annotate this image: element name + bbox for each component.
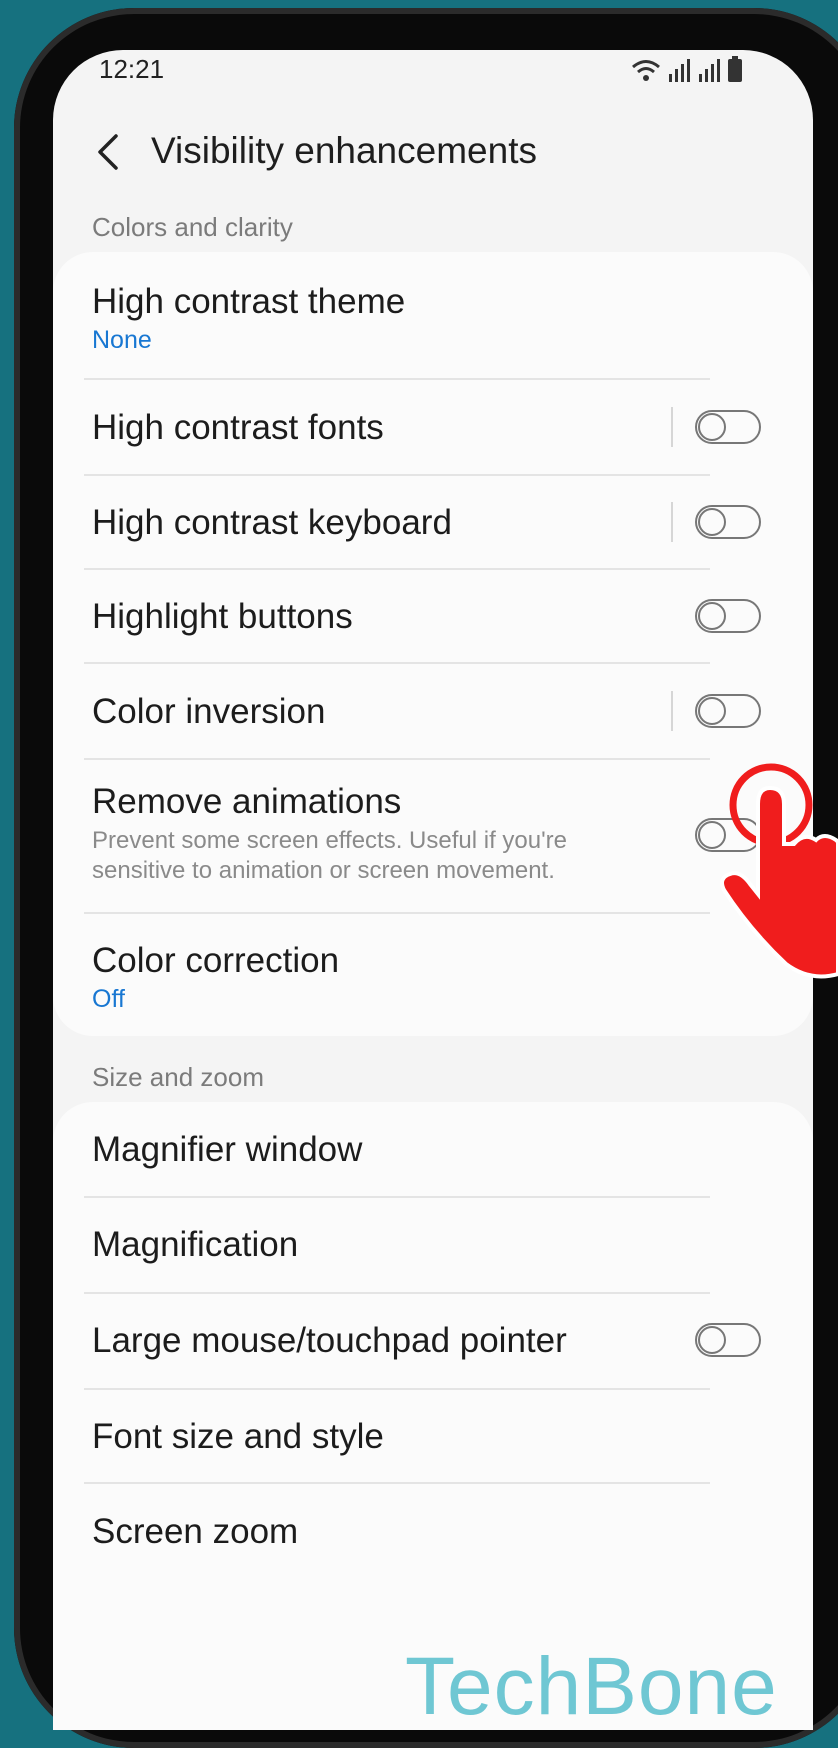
status-bar: 12:21 (53, 50, 813, 100)
battery-icon (728, 56, 742, 82)
chevron-left-icon (98, 134, 118, 170)
toggle-knob (698, 508, 726, 536)
color-inversion-toggle[interactable] (695, 694, 761, 728)
size-card: Magnifier window Magnification Large mou… (53, 1102, 813, 1730)
signal-icon (669, 59, 690, 82)
setting-title: Screen zoom (92, 1512, 299, 1551)
setting-color-inversion[interactable]: Color inversion (53, 664, 813, 758)
setting-title: Magnification (92, 1225, 299, 1264)
setting-font-size-style[interactable]: Font size and style (53, 1390, 813, 1484)
setting-value: Off (92, 985, 125, 1013)
wifi-icon (632, 60, 660, 81)
setting-magnification[interactable]: Magnification (53, 1198, 813, 1292)
toggle-knob (698, 1326, 726, 1354)
toggle-knob (698, 697, 726, 725)
separator (671, 407, 673, 447)
setting-high-contrast-theme[interactable]: High contrast theme None (53, 252, 813, 378)
setting-title: Font size and style (92, 1417, 384, 1456)
phone-screen: 12:21 Visibility enhancements Colors and… (53, 50, 813, 1730)
setting-title: High contrast theme (92, 282, 406, 321)
setting-color-correction[interactable]: Color correction Off (53, 914, 813, 1036)
setting-highlight-buttons[interactable]: Highlight buttons (53, 570, 813, 664)
back-button[interactable] (83, 122, 133, 182)
signal-icon-2 (699, 59, 720, 82)
high-contrast-keyboard-toggle[interactable] (695, 505, 761, 539)
app-header: Visibility enhancements (53, 116, 813, 196)
toggle-knob (698, 413, 726, 441)
setting-title: Color correction (92, 941, 340, 980)
toggle-knob (698, 602, 726, 630)
setting-remove-animations[interactable]: Remove animations Prevent some screen ef… (53, 760, 813, 912)
setting-title: Highlight buttons (92, 597, 353, 636)
watermark-logo: TechBone (405, 1641, 778, 1732)
large-pointer-toggle[interactable] (695, 1323, 761, 1357)
status-icons (631, 56, 743, 82)
section-label-colors: Colors and clarity (92, 212, 293, 242)
setting-title: High contrast keyboard (92, 503, 452, 542)
setting-value: None (92, 326, 152, 354)
setting-title: Color inversion (92, 692, 326, 731)
page-title: Visibility enhancements (151, 130, 537, 171)
setting-title: High contrast fonts (92, 408, 384, 447)
separator (671, 691, 673, 731)
setting-high-contrast-fonts[interactable]: High contrast fonts (53, 380, 813, 474)
setting-title: Large mouse/touchpad pointer (92, 1321, 567, 1360)
setting-screen-zoom[interactable]: Screen zoom (53, 1484, 813, 1578)
setting-title: Magnifier window (92, 1130, 363, 1169)
status-time: 12:21 (99, 54, 165, 84)
colors-card: High contrast theme None High contrast f… (53, 252, 813, 1036)
setting-large-pointer[interactable]: Large mouse/touchpad pointer (53, 1294, 813, 1388)
tap-pointer-icon (720, 763, 838, 979)
setting-description: Prevent some screen effects. Useful if y… (92, 827, 568, 884)
high-contrast-fonts-toggle[interactable] (695, 410, 761, 444)
setting-high-contrast-keyboard[interactable]: High contrast keyboard (53, 476, 813, 570)
setting-magnifier-window[interactable]: Magnifier window (53, 1102, 813, 1196)
separator (671, 502, 673, 542)
highlight-buttons-toggle[interactable] (695, 599, 761, 633)
setting-title: Remove animations (92, 782, 402, 821)
section-label-size: Size and zoom (92, 1062, 264, 1092)
